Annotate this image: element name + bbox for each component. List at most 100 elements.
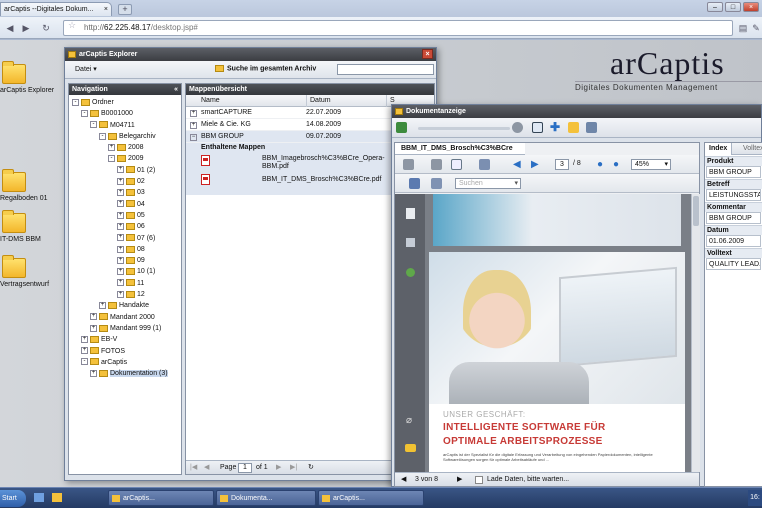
tree-node[interactable]: +10 (1) [69,266,181,277]
docview-titlebar[interactable]: Dokumentanzeige [392,105,761,118]
status-prev-icon[interactable]: ◀ [401,473,406,487]
search-input[interactable] [337,64,434,75]
forward-icon[interactable]: ▶ [20,22,32,34]
zoom-slider[interactable] [418,127,510,130]
tree-node[interactable]: +08 [69,244,181,255]
zoom-icon[interactable] [512,122,523,133]
plus-icon[interactable]: ✚ [550,121,561,133]
first-page-icon[interactable]: |◀ [190,461,197,475]
expand-icon[interactable]: + [190,110,197,117]
expand-icon[interactable]: + [90,324,97,332]
tree-node[interactable]: +02 [69,176,181,187]
status-next-icon[interactable]: ▶ [457,473,462,487]
tab-close-icon[interactable]: × [104,3,108,16]
zoom-in-icon[interactable]: ● [613,159,624,170]
file-menu[interactable]: Datei ▾ [75,65,97,73]
field-produkt[interactable]: BBM GROUP [706,166,761,178]
show-desktop-icon[interactable] [34,493,44,502]
expand-icon[interactable]: + [117,189,124,197]
folder-icon[interactable] [568,122,579,133]
print-icon[interactable] [403,159,414,170]
expand-icon[interactable]: + [99,302,106,309]
prev-icon[interactable]: ◀ [513,159,524,170]
next-page-icon[interactable]: ▶ [276,461,281,475]
desktop-icon-it-dms[interactable]: IT-DMS BBM [0,210,60,243]
page-number-input[interactable]: 3 [555,159,569,170]
field-kommentar[interactable]: BBM GROUP [706,212,761,224]
info-icon[interactable] [406,268,415,277]
bookmark-icon[interactable] [406,238,415,247]
col-name[interactable]: Name [201,95,220,107]
expand-icon[interactable]: + [117,222,124,230]
desktop-icon-regalboden[interactable]: Regalboden 01 [0,169,60,202]
expand-icon[interactable]: + [81,335,88,343]
expand-icon[interactable]: + [90,369,97,377]
expand-icon[interactable]: + [190,122,197,129]
pdf-canvas[interactable]: UNSER GESCHÄFT: INTELLIGENTE SOFTWARE FÜ… [425,194,691,472]
expand-icon[interactable]: + [117,177,124,185]
tree-node[interactable]: - M04711 [69,120,181,131]
comment-icon[interactable] [405,444,416,452]
expand-icon[interactable]: + [117,245,124,253]
tree-node[interactable]: + FOTOS [69,346,181,357]
last-page-icon[interactable]: ▶| [290,461,297,475]
tree-node[interactable]: +01 (2) [69,165,181,176]
field-datum[interactable]: 01.06.2009 [706,235,761,247]
pdf-search-input[interactable]: Suchen ▾ [455,178,521,189]
collapse-icon[interactable]: - [81,358,88,366]
collapse-icon[interactable]: - [108,155,115,163]
field-volltext[interactable]: QUALITY LEAD... [706,258,761,270]
expand-icon[interactable]: + [117,166,124,174]
tree-node[interactable]: +09 [69,255,181,266]
collapse-icon[interactable]: - [99,132,106,140]
expand-icon[interactable]: + [108,143,115,151]
collapse-row-icon[interactable]: − [190,134,197,141]
attachment-icon[interactable]: ⌀ [406,416,415,427]
tree-node[interactable]: - Ordner [69,97,181,108]
desktop-icon-vertragsentwurf[interactable]: Vertragsentwurf [0,255,60,288]
tree-node[interactable]: +11 [69,278,181,289]
wrench-icon[interactable]: ✎ [750,22,762,34]
tree-node[interactable]: - Belegarchiv [69,131,181,142]
tree-node[interactable]: - B0001000 [69,108,181,119]
quicklaunch-icon[interactable] [52,493,62,502]
browser-tab[interactable]: arCaptis --Digitales Dokum... × [0,2,112,16]
tree-node[interactable]: +05 [69,210,181,221]
taskbar-item[interactable]: arCaptis... [318,490,424,506]
expand-icon[interactable]: + [117,211,124,219]
tools-icon[interactable] [479,159,490,170]
star-icon[interactable]: ☆ [68,20,76,31]
taskbar-item[interactable]: arCaptis... [108,490,214,506]
pages-icon[interactable] [406,208,415,219]
address-bar[interactable]: http://62.225.48.17/desktop.jsp# [63,20,733,36]
expand-icon[interactable]: + [117,256,124,264]
tree-node[interactable]: +2008 [69,142,181,153]
tree-node[interactable]: + EB-V [69,334,181,345]
pdf-scrollbar[interactable] [691,194,700,472]
new-tab-button[interactable]: + [118,4,132,15]
collapse-icon[interactable]: - [72,98,79,106]
expand-icon[interactable]: + [117,268,124,276]
col-date[interactable]: Datum [306,95,331,107]
tree-node[interactable]: + Mandant 999 (1) [69,323,181,334]
tree-node[interactable]: +07 (6) [69,233,181,244]
download-icon[interactable] [396,122,407,133]
refresh-icon[interactable]: ↻ [308,461,314,475]
start-button[interactable]: Start [0,490,26,507]
scroll-thumb[interactable] [693,196,699,226]
tree-node[interactable]: +12 [69,289,181,300]
expand-icon[interactable]: + [117,200,124,208]
tree-node[interactable]: - arCaptis [69,357,181,368]
collapse-icon[interactable]: « [174,84,178,95]
desktop-icon-explorer[interactable]: arCaptis Explorer [0,61,60,94]
tree-node[interactable]: - 2009 [69,153,181,164]
expand-icon[interactable]: + [117,290,124,298]
maximize-button[interactable]: □ [725,2,741,12]
tree-node[interactable]: +04 [69,199,181,210]
save-icon[interactable] [586,122,597,133]
back-icon[interactable]: ◀ [4,22,16,34]
next-icon[interactable]: ▶ [531,159,542,170]
reload-icon[interactable]: ↻ [40,22,52,34]
layout-icon[interactable] [532,122,543,133]
field-betreff[interactable]: LEISTUNGSSTA... [706,189,761,201]
